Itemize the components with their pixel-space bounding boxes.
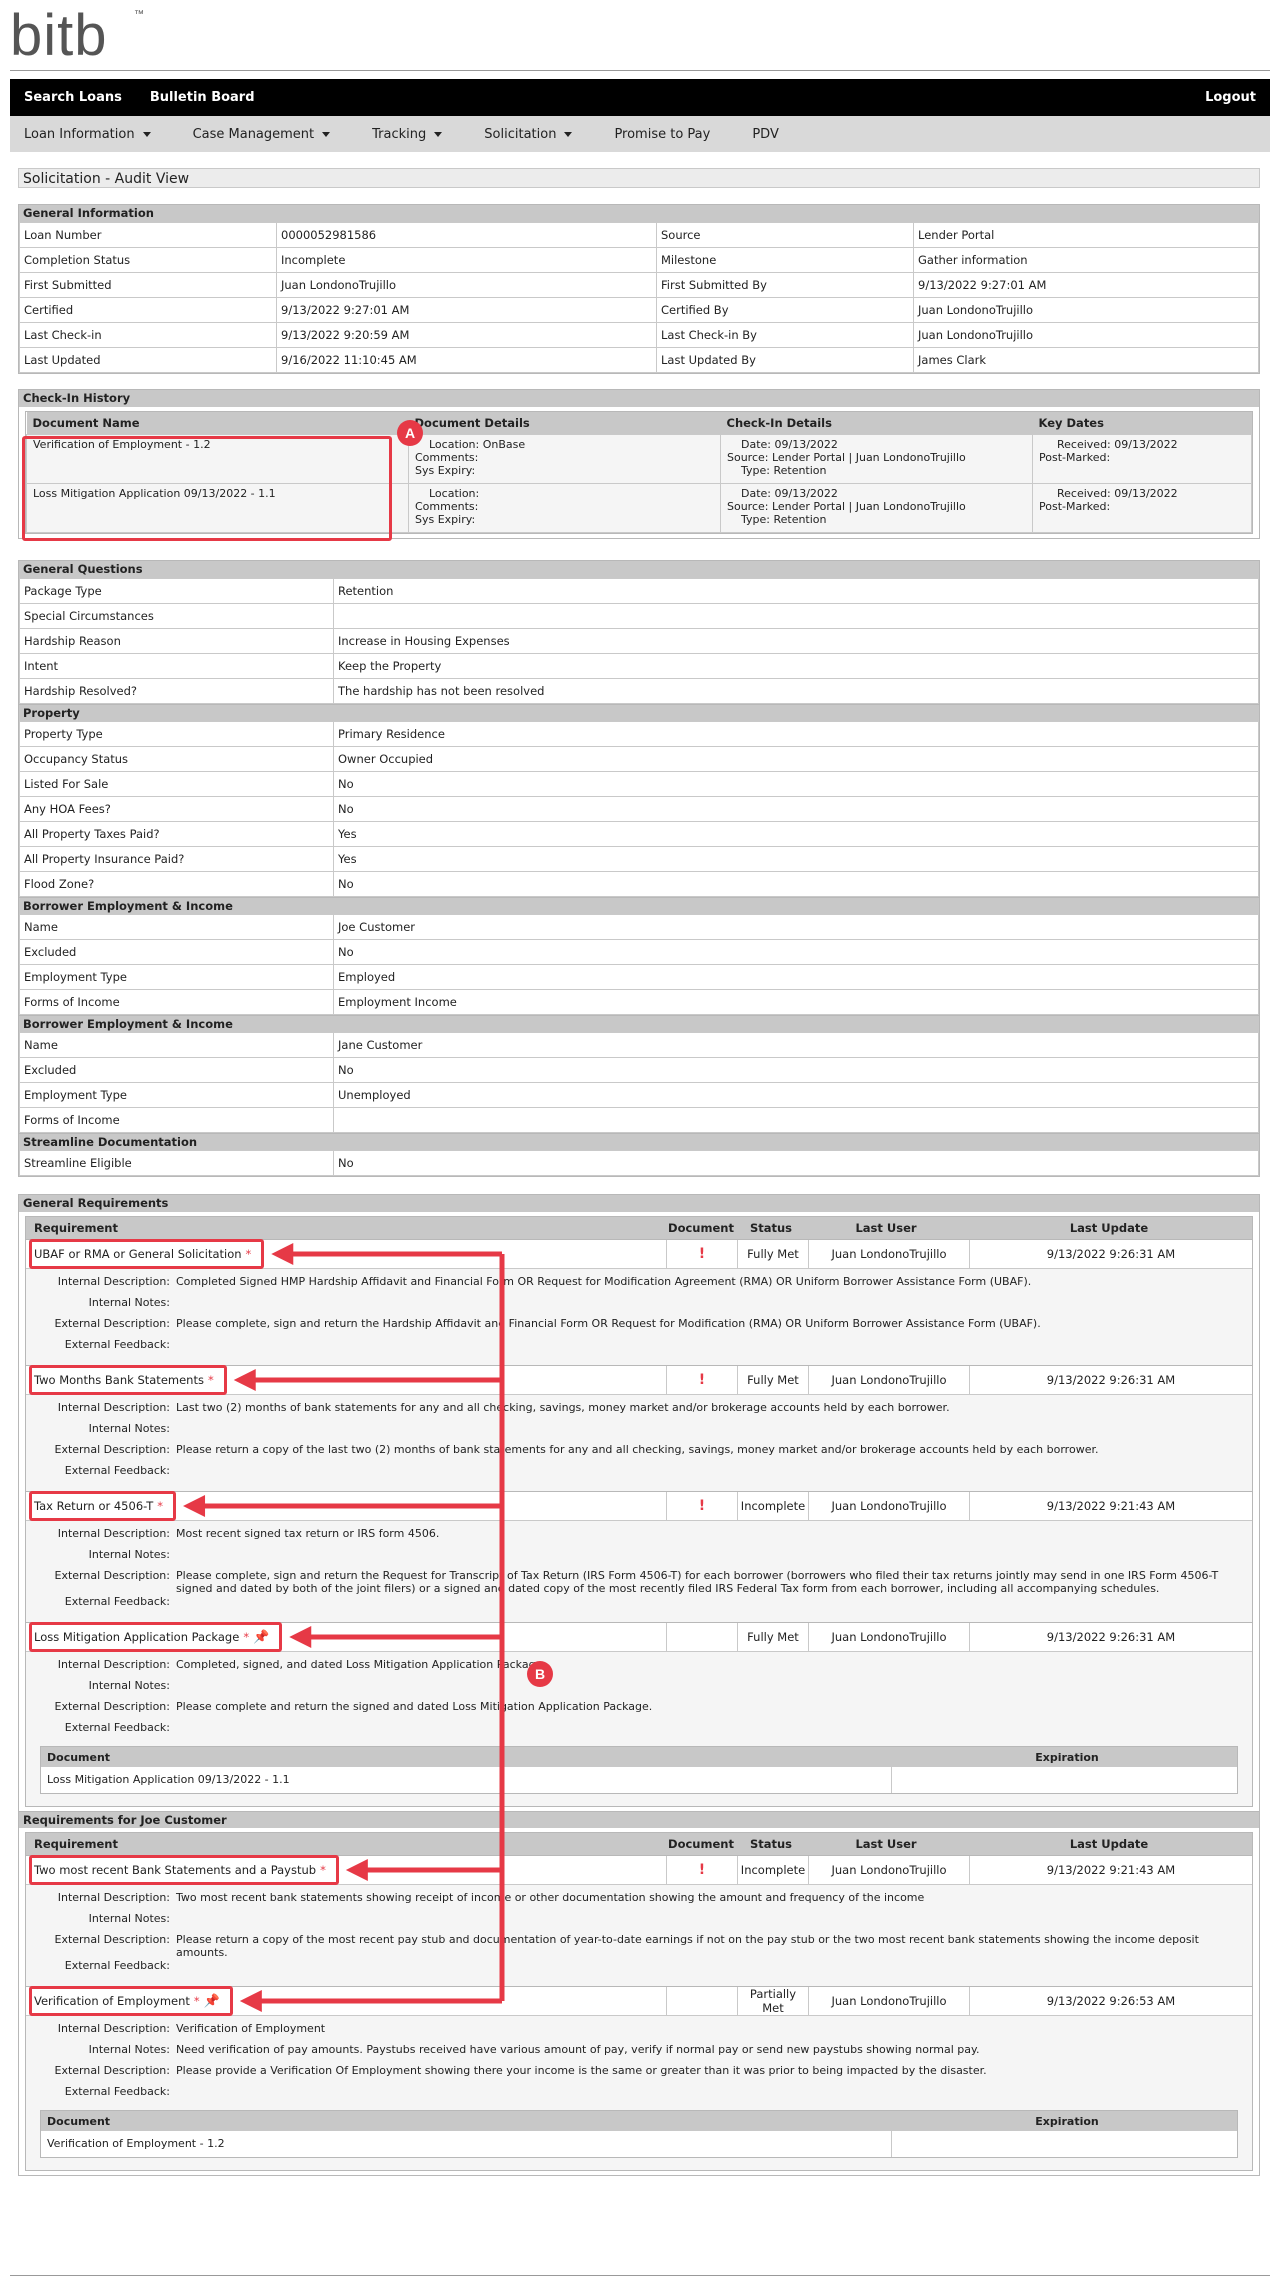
annotation-arrowhead bbox=[239, 1990, 262, 2012]
annotation-arrowhead bbox=[233, 1369, 256, 1391]
annotation-highlight-box bbox=[29, 1365, 227, 1395]
annotation-arrowhead bbox=[183, 1495, 206, 1517]
annotation-highlight-box bbox=[29, 1622, 283, 1652]
annotation-arrowhead bbox=[271, 1243, 294, 1265]
annotation-arrowhead bbox=[289, 1626, 312, 1648]
annotation-highlight-box bbox=[29, 1855, 339, 1885]
annotation-arrows bbox=[183, 1243, 505, 2012]
annotation-highlight-box bbox=[29, 1239, 265, 1269]
annotation-arrowhead bbox=[345, 1859, 368, 1881]
annotation-highlight-box bbox=[29, 1986, 233, 2016]
annotation-highlight-box bbox=[29, 1491, 177, 1521]
footer-divider bbox=[10, 2275, 1270, 2276]
